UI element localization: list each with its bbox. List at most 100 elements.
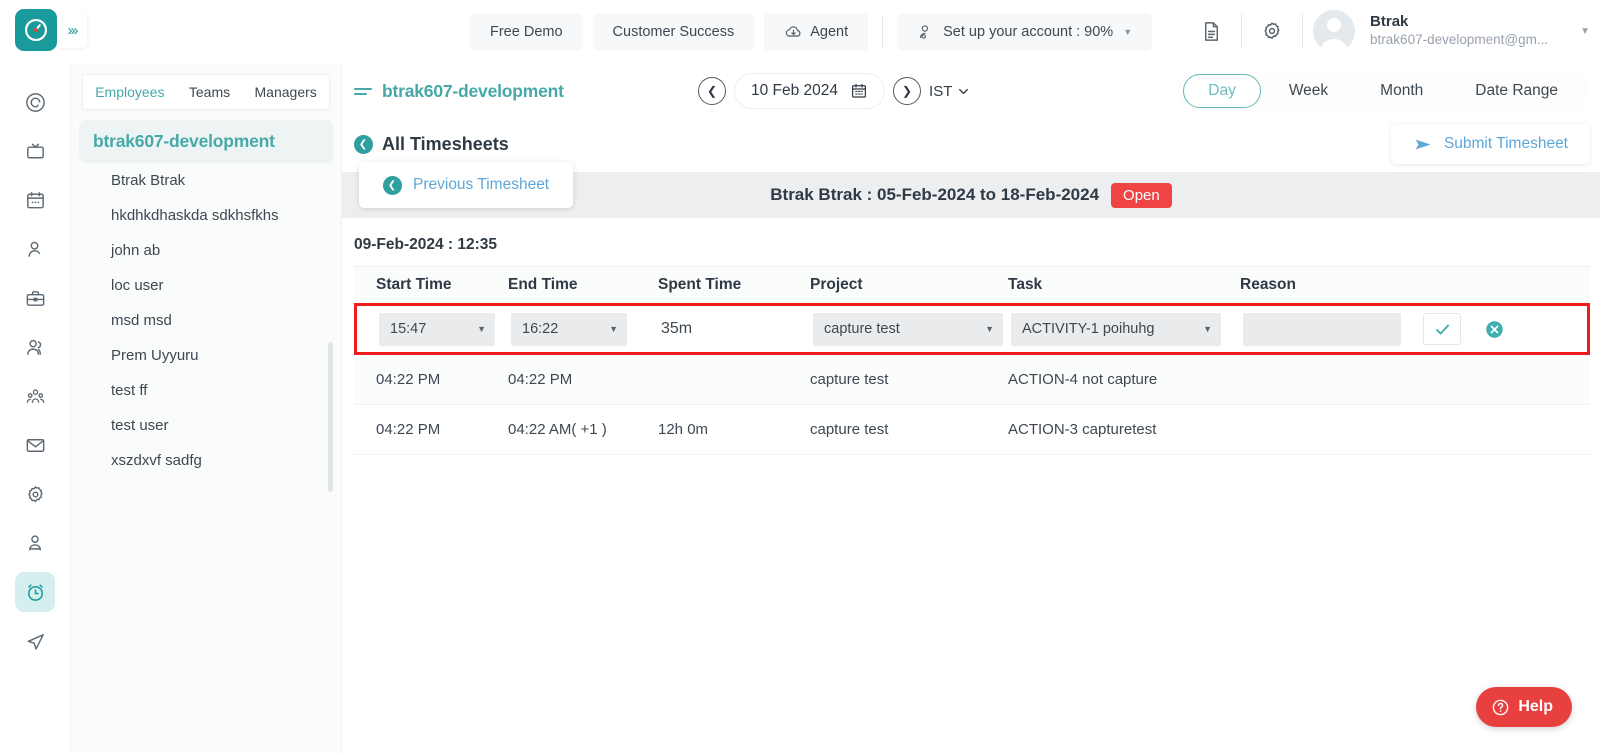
cell-spent-time: 12h 0m bbox=[658, 421, 709, 438]
timezone-label: IST bbox=[929, 82, 953, 100]
cell-end-time: 04:22 AM( +1 ) bbox=[508, 421, 607, 438]
selected-date: 10 Feb 2024 bbox=[751, 82, 839, 99]
list-item[interactable]: loc user bbox=[71, 268, 341, 303]
top-center-actions: Free Demo Customer Success Agent Set up … bbox=[470, 13, 1153, 51]
column-header-spent-time: Spent Time bbox=[658, 276, 742, 293]
list-item[interactable]: msd msd bbox=[71, 303, 341, 338]
rail-item-org[interactable] bbox=[15, 376, 55, 416]
previous-timesheet-label: Previous Timesheet bbox=[413, 176, 550, 193]
help-button[interactable]: Help bbox=[1476, 687, 1572, 727]
settings-button[interactable] bbox=[1252, 11, 1292, 51]
gear-icon bbox=[27, 485, 43, 502]
list-item[interactable]: test ff bbox=[71, 373, 341, 408]
edit-spent-time-cell: 35m bbox=[661, 320, 813, 338]
rail-item-timesheets[interactable] bbox=[15, 572, 55, 612]
submit-timesheet-button[interactable]: Submit Timesheet bbox=[1390, 124, 1590, 164]
project-select[interactable]: capture test ▼ bbox=[813, 312, 1003, 346]
cancel-entry-button[interactable] bbox=[1483, 318, 1505, 340]
divider bbox=[1241, 14, 1243, 48]
status-badge: Open bbox=[1111, 182, 1172, 208]
chevron-right-icon: ❯ bbox=[902, 84, 913, 98]
table-header-row: Start Time End Time Spent Time Project T… bbox=[354, 266, 1590, 304]
app-root: ››› Free Demo Customer Success Agent Set… bbox=[0, 0, 1600, 753]
tab-employees[interactable]: Employees bbox=[93, 84, 166, 100]
employee-panel: Employees Teams Managers btrak607-develo… bbox=[71, 64, 342, 753]
avatar[interactable] bbox=[1313, 10, 1356, 52]
customer-success-label: Customer Success bbox=[612, 24, 735, 40]
date-picker[interactable]: 10 Feb 2024 bbox=[734, 73, 886, 109]
rail-item-mail[interactable] bbox=[15, 425, 55, 465]
rail-item-settings[interactable] bbox=[15, 474, 55, 514]
next-day-button[interactable]: ❯ bbox=[893, 77, 922, 105]
tab-date-range[interactable]: Date Range bbox=[1451, 74, 1582, 108]
free-demo-button[interactable]: Free Demo bbox=[470, 13, 583, 51]
close-circle-icon bbox=[1485, 320, 1503, 338]
rail-item-send[interactable] bbox=[15, 621, 55, 661]
list-item[interactable]: xszdxvf sadfg bbox=[71, 443, 341, 478]
chevron-down-icon: ▼ bbox=[1123, 27, 1133, 37]
prev-day-button[interactable]: ❮ bbox=[698, 77, 726, 105]
envelope-icon bbox=[26, 438, 44, 452]
list-item[interactable]: Prem Uyyuru bbox=[71, 338, 341, 373]
rail-item-dashboard[interactable] bbox=[15, 82, 55, 122]
person-icon bbox=[28, 241, 40, 257]
user-info[interactable]: Btrak btrak607-development@gm... bbox=[1370, 13, 1548, 49]
page-title: btrak607-development bbox=[382, 80, 564, 101]
tab-month[interactable]: Month bbox=[1356, 74, 1447, 108]
avatar-icon bbox=[1320, 18, 1349, 52]
table-row[interactable]: 04:22 PM 04:22 PM capture test ACTION-4 … bbox=[354, 355, 1590, 405]
list-item[interactable]: john ab bbox=[71, 233, 341, 268]
user-email: btrak607-development@gm... bbox=[1370, 31, 1549, 47]
user-name: Btrak bbox=[1370, 13, 1409, 31]
rail-item-teams[interactable] bbox=[15, 327, 55, 367]
sidebar-expand-button[interactable]: ››› bbox=[57, 12, 87, 48]
send-icon bbox=[1415, 139, 1431, 149]
employee-list-scrollbar[interactable] bbox=[328, 342, 333, 492]
hamburger-icon[interactable] bbox=[354, 87, 372, 95]
documents-button[interactable] bbox=[1191, 11, 1231, 51]
all-timesheets-back-link[interactable]: ❮ All Timesheets bbox=[354, 134, 509, 155]
edit-start-time-cell: 15:47 ▼ bbox=[357, 312, 511, 346]
list-item[interactable]: test user bbox=[71, 408, 341, 443]
tab-teams[interactable]: Teams bbox=[187, 84, 232, 100]
rail-item-screen[interactable] bbox=[15, 131, 55, 171]
end-time-select[interactable]: 16:22 ▼ bbox=[511, 312, 627, 346]
question-circle-icon bbox=[1493, 699, 1509, 715]
date-navigator: ❮ 10 Feb 2024 ❯ IST bbox=[698, 73, 970, 109]
all-timesheets-label: All Timesheets bbox=[382, 133, 509, 154]
table-row[interactable]: 04:22 PM 04:22 AM( +1 ) 12h 0m capture t… bbox=[354, 405, 1590, 455]
chevron-down-icon bbox=[959, 88, 969, 94]
confirm-entry-button[interactable] bbox=[1423, 313, 1461, 345]
chevron-down-icon[interactable]: ▼ bbox=[1580, 26, 1590, 37]
reason-input[interactable] bbox=[1243, 312, 1401, 346]
customer-success-button[interactable]: Customer Success bbox=[592, 13, 755, 51]
column-header-reason: Reason bbox=[1240, 276, 1296, 293]
employee-list: btrak607-development Btrak Btrak hkdhkdh… bbox=[71, 120, 341, 492]
chevron-left-icon: ❮ bbox=[706, 84, 718, 98]
document-icon bbox=[1204, 21, 1218, 41]
rail-item-hr[interactable] bbox=[15, 523, 55, 563]
list-item[interactable]: Btrak Btrak bbox=[71, 163, 341, 198]
list-item[interactable]: hkdhkdhaskda sdkhsfkhs bbox=[71, 198, 341, 233]
agent-button[interactable]: Agent bbox=[764, 13, 869, 51]
rail-item-profile[interactable] bbox=[15, 229, 55, 269]
start-time-select[interactable]: 15:47 ▼ bbox=[379, 312, 495, 346]
tab-managers[interactable]: Managers bbox=[253, 84, 319, 100]
end-time-value: 16:22 bbox=[522, 321, 559, 337]
edit-end-time-cell: 16:22 ▼ bbox=[511, 312, 661, 346]
rail-item-calendar[interactable] bbox=[15, 180, 55, 220]
gear-icon bbox=[1264, 22, 1280, 39]
setup-account-button[interactable]: Set up your account : 90% ▼ bbox=[897, 13, 1153, 51]
timezone-selector[interactable]: IST bbox=[929, 83, 970, 100]
rail-item-projects[interactable] bbox=[15, 278, 55, 318]
previous-timesheet-button[interactable]: ❮ Previous Timesheet bbox=[359, 162, 574, 208]
agent-label: Agent bbox=[810, 24, 849, 40]
tab-week[interactable]: Week bbox=[1265, 74, 1352, 108]
app-logo[interactable] bbox=[15, 9, 57, 51]
cell-start-time: 04:22 PM bbox=[376, 421, 441, 438]
setup-account-label: Set up your account : 90% bbox=[943, 24, 1114, 40]
view-tabs: Day Week Month Date Range bbox=[1177, 71, 1588, 111]
task-select[interactable]: ACTIVITY-1 poihuhg ▼ bbox=[1011, 312, 1221, 346]
tab-day[interactable]: Day bbox=[1183, 74, 1261, 108]
employee-group-header[interactable]: btrak607-development bbox=[79, 120, 333, 163]
